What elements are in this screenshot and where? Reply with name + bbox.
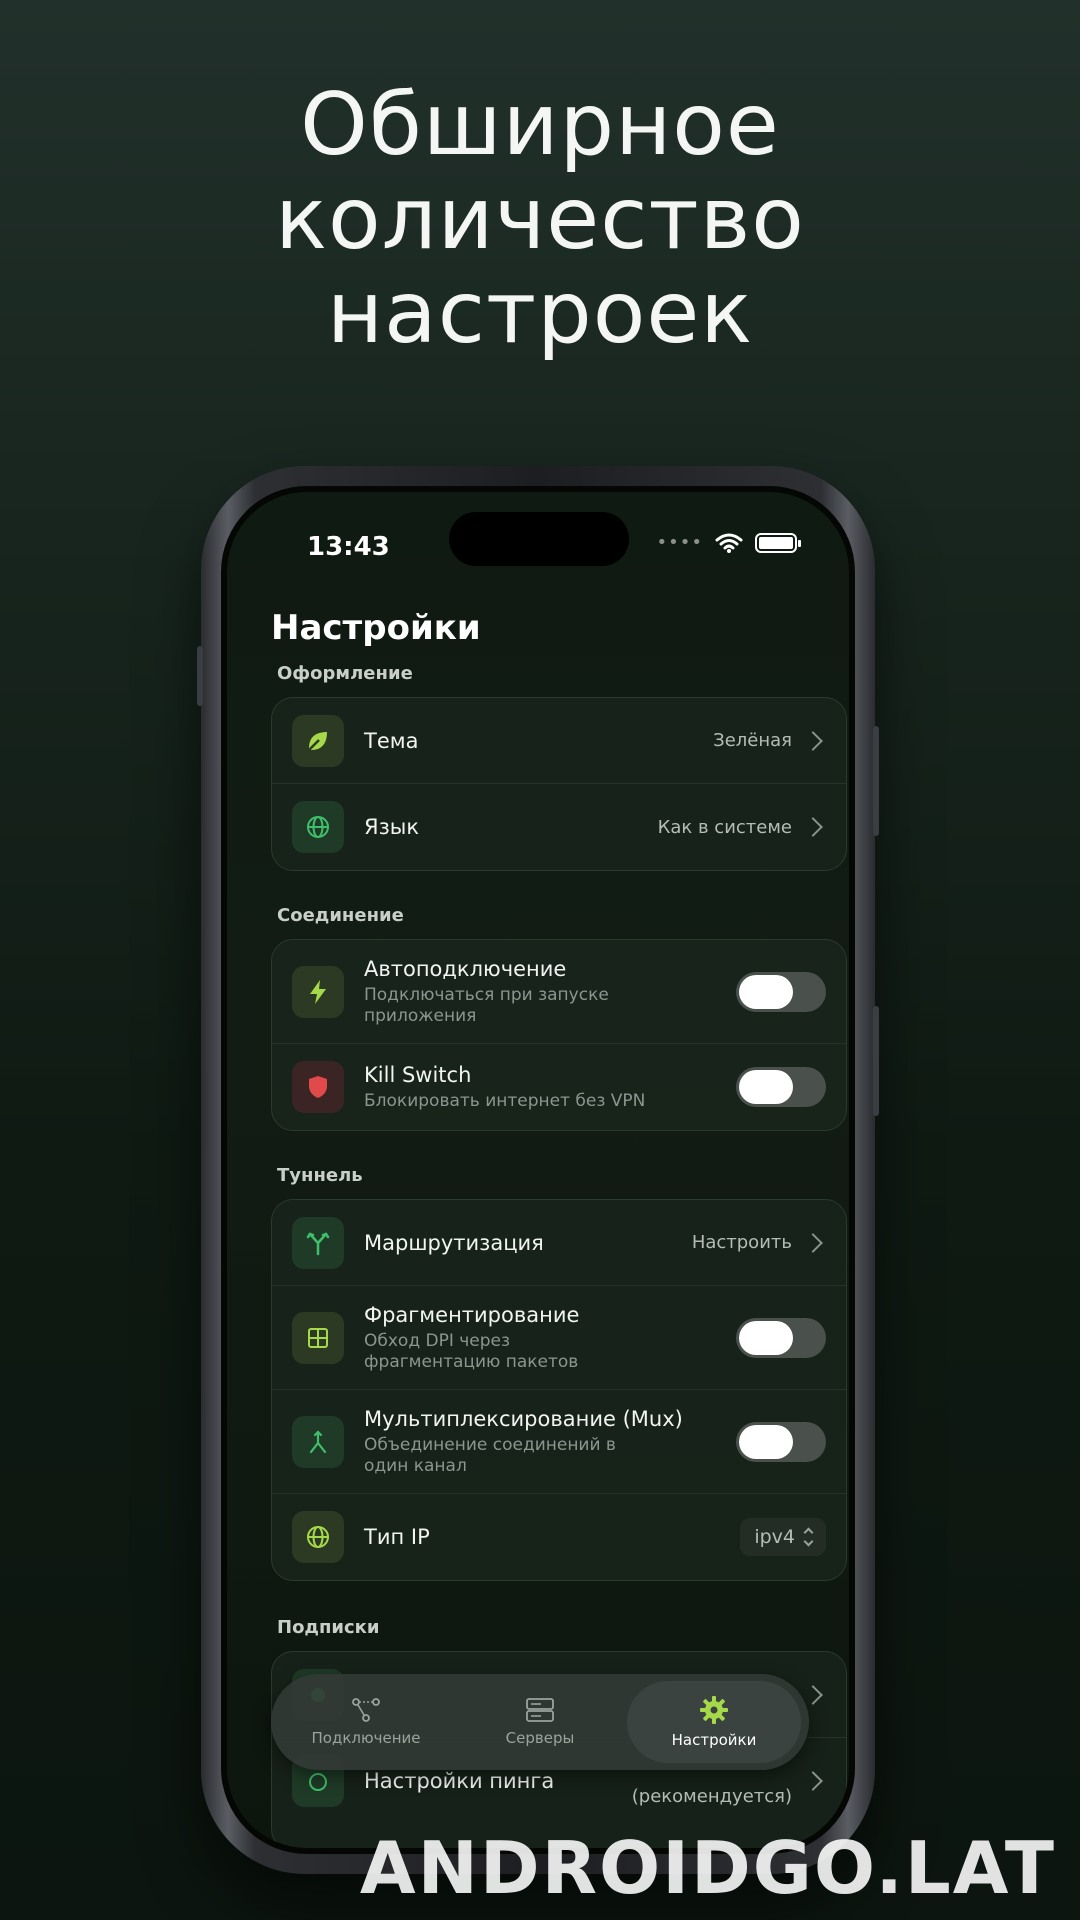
ip-type-row: Тип IP ipv4 — [272, 1494, 846, 1580]
fragmentation-row: Фрагментирование Обход DPI через фрагмен… — [272, 1286, 846, 1390]
chevron-right-icon — [803, 1771, 823, 1791]
killswitch-title: Kill Switch — [364, 1062, 472, 1087]
theme-row[interactable]: Тема Зелёная — [272, 698, 846, 784]
grid-icon — [292, 1311, 344, 1364]
language-row[interactable]: Язык Как в системе — [272, 784, 846, 870]
chevron-right-icon — [803, 1684, 823, 1705]
routing-title: Маршрутизация — [364, 1230, 544, 1255]
theme-title: Тема — [364, 728, 419, 753]
mux-title: Мультиплексирование (Mux) — [364, 1406, 683, 1431]
globe-icon — [292, 1511, 344, 1563]
tab-connection-label: Подключение — [311, 1729, 421, 1747]
tab-settings[interactable]: Настройки — [627, 1681, 801, 1763]
gear-icon — [700, 1696, 728, 1724]
phone-screen: 13:43 •••• Настройки Оформление Тема Зел… — [221, 486, 855, 1854]
ip-type-value: ipv4 — [754, 1526, 795, 1548]
killswitch-row: Kill Switch Блокировать интернет без VPN — [272, 1044, 846, 1130]
routing-row[interactable]: Маршрутизация Настроить — [272, 1200, 846, 1286]
watermark: ANDROIDGO.LAT — [359, 1826, 1056, 1910]
theme-value: Зелёная — [713, 730, 792, 751]
fragmentation-title: Фрагментирование — [364, 1302, 580, 1327]
mux-toggle[interactable] — [736, 1421, 826, 1462]
page-title: Настройки — [271, 608, 481, 648]
section-subscriptions-label: Подписки — [277, 1617, 380, 1638]
ip-type-title: Тип IP — [364, 1525, 430, 1549]
tunnel-card: Маршрутизация Настроить Фрагментирование… — [271, 1199, 847, 1581]
killswitch-toggle[interactable] — [736, 1067, 826, 1107]
bolt-icon — [292, 965, 344, 1018]
phone-volume-up — [873, 726, 879, 836]
fragmentation-subtitle: Обход DPI через фрагментацию пакетов — [364, 1330, 579, 1372]
globe-icon — [292, 801, 344, 853]
chevron-right-icon — [803, 1232, 823, 1253]
routing-value: Настроить — [691, 1232, 792, 1253]
dynamic-island — [449, 512, 629, 566]
mux-subtitle: Объединение соединений в один канал — [364, 1434, 616, 1476]
shield-icon — [292, 1061, 344, 1113]
tab-bar: Подключение Серверы Настройки — [271, 1674, 809, 1770]
tab-servers-label: Серверы — [505, 1729, 575, 1747]
leaf-icon — [292, 714, 344, 767]
phone-frame: 13:43 •••• Настройки Оформление Тема Зел… — [197, 466, 879, 1874]
appearance-card: Тема Зелёная Язык Как в системе — [271, 697, 847, 871]
tab-servers[interactable]: Серверы — [453, 1681, 627, 1763]
tab-connection[interactable]: Подключение — [279, 1681, 453, 1763]
status-icons: •••• — [656, 532, 801, 553]
section-tunnel-label: Туннель — [277, 1165, 363, 1186]
nodes-icon — [352, 1698, 380, 1722]
headline: Обширное количество настроек — [0, 78, 1080, 360]
fork-icon — [292, 1216, 344, 1269]
language-value: Как в системе — [657, 816, 792, 838]
signal-icon: •••• — [656, 532, 703, 553]
chevron-right-icon — [803, 730, 823, 751]
autoconnect-subtitle: Подключаться при запуске приложения — [364, 984, 609, 1026]
autoconnect-row: Автоподключение Подключаться при запуске… — [272, 940, 846, 1044]
headline-line-1: Обширное — [300, 75, 780, 175]
fragmentation-toggle[interactable] — [736, 1317, 826, 1358]
mux-row: Мультиплексирование (Mux) Объединение со… — [272, 1390, 846, 1494]
merge-icon — [292, 1415, 344, 1468]
chevron-right-icon — [803, 817, 823, 837]
status-time: 13:43 — [307, 532, 390, 562]
connection-card: Автоподключение Подключаться при запуске… — [271, 939, 847, 1131]
ping-settings-value: (рекомендуется) — [631, 1785, 792, 1807]
ping-settings-title: Настройки пинга — [364, 1769, 555, 1793]
autoconnect-toggle[interactable] — [736, 971, 826, 1012]
headline-line-2: количество — [275, 169, 805, 269]
updown-chevron-icon — [803, 1527, 814, 1547]
ip-type-select[interactable]: ipv4 — [740, 1518, 826, 1556]
language-title: Язык — [364, 815, 420, 839]
phone-power-button — [873, 1006, 879, 1116]
section-connection-label: Соединение — [277, 905, 404, 926]
headline-line-3: настроек — [326, 263, 754, 363]
killswitch-subtitle: Блокировать интернет без VPN — [364, 1090, 646, 1111]
section-appearance-label: Оформление — [277, 663, 413, 684]
phone-action-button — [197, 646, 203, 706]
wifi-icon — [715, 533, 743, 553]
battery-icon — [755, 532, 801, 553]
app-screen: 13:43 •••• Настройки Оформление Тема Зел… — [227, 492, 849, 1848]
server-icon — [526, 1698, 554, 1722]
autoconnect-title: Автоподключение — [364, 956, 567, 981]
tab-settings-label: Настройки — [671, 1731, 757, 1749]
